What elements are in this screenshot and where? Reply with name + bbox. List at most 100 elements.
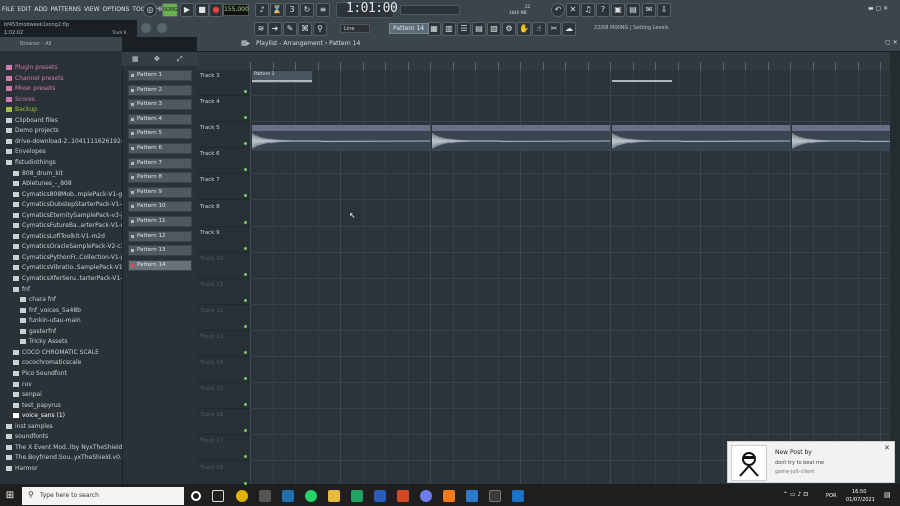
playlist-window-controls[interactable]: ▢ ✕	[885, 39, 898, 46]
wait-icon[interactable]: ⌛	[270, 3, 284, 17]
browser-item[interactable]: CymaticsFutureBa..arterPack-V1-u3w	[0, 221, 122, 231]
taskbar-search[interactable]: ⚲ Type here to search	[22, 487, 184, 505]
channel-rack-icon[interactable]: ▥	[442, 22, 456, 36]
browser-item[interactable]: soundfonts	[0, 432, 122, 442]
track-mute-led[interactable]	[244, 481, 247, 485]
track-mute-led[interactable]	[244, 403, 247, 407]
track-lane[interactable]	[250, 357, 890, 384]
track-lane[interactable]	[250, 96, 890, 123]
taskbar-time[interactable]: 16:50	[852, 489, 866, 495]
chat-icon[interactable]: ✉	[642, 3, 656, 17]
browser-item[interactable]: The X Event Mod..(by NyxTheShield)	[0, 443, 122, 453]
browser-item[interactable]: Scores	[0, 95, 122, 105]
mouse-icon[interactable]: ✋	[517, 22, 531, 36]
audio-clip[interactable]: Cymatics - Closed Hihat 18	[252, 125, 430, 152]
language-indicator[interactable]: POR	[826, 493, 836, 499]
timeline-ruler[interactable]	[250, 52, 890, 70]
browser-item[interactable]: Plugin presets	[0, 63, 122, 73]
cut-icon[interactable]: ✕	[566, 3, 580, 17]
audio-clip[interactable]: Cymatics - Closed Hihat 18	[612, 125, 790, 152]
track-header[interactable]: Track 17	[197, 435, 250, 462]
steam-icon[interactable]	[282, 490, 294, 502]
picker-zoom-icon[interactable]: ⤢	[177, 55, 183, 64]
help-icon[interactable]: ?	[596, 3, 610, 17]
file-explorer-icon[interactable]	[328, 490, 340, 502]
track-lane[interactable]	[250, 201, 890, 227]
browser-item[interactable]: funkin-utau-main	[0, 316, 122, 326]
plugin-icon[interactable]: ⚙	[502, 22, 516, 36]
track-lane[interactable]	[250, 148, 890, 175]
track-mute-led[interactable]	[244, 168, 247, 172]
browser-item[interactable]: 808_drum_kit	[0, 169, 122, 179]
draw-icon[interactable]: ✎	[283, 22, 297, 36]
tempo-display[interactable]: 155.000	[223, 4, 249, 16]
browser-item[interactable]: Mixer presets	[0, 84, 122, 94]
menu-view[interactable]: VIEW	[84, 6, 100, 13]
browser-item[interactable]: voice_sans (1)	[0, 411, 122, 421]
pattern-item[interactable]: Pattern 7	[128, 157, 192, 169]
stop-icon[interactable]: ■	[195, 3, 209, 17]
pattern-item[interactable]: Pattern 2	[128, 84, 192, 96]
playlist-snap-icon[interactable]: ▦	[241, 39, 248, 47]
notification-center-icon[interactable]: ▤	[884, 491, 891, 499]
track-lane[interactable]	[250, 253, 890, 279]
track-header[interactable]: Track 3	[197, 70, 250, 96]
browser-item[interactable]: Abletunes_-_808	[0, 179, 122, 189]
play-icon[interactable]: ▶	[180, 3, 194, 17]
record-mode-icon[interactable]: ◎	[143, 3, 157, 17]
browser-item[interactable]: Harmor	[0, 464, 122, 474]
whatsapp-icon[interactable]	[305, 490, 317, 502]
track-header[interactable]: Track 16	[197, 409, 250, 436]
track-lane[interactable]	[250, 279, 890, 305]
track-mute-led[interactable]	[244, 429, 247, 433]
picker-icon[interactable]: ▦	[132, 55, 139, 63]
save-icon[interactable]: ▣	[611, 3, 625, 17]
browser-item[interactable]: Channel presets	[0, 74, 122, 84]
browser-icon[interactable]: ▧	[487, 22, 501, 36]
record-icon[interactable]: ●	[209, 3, 223, 17]
pattern-item[interactable]: Pattern 10	[128, 201, 192, 213]
master-pitch-knob[interactable]	[157, 23, 167, 33]
browser-item[interactable]: senpai	[0, 390, 122, 400]
master-volume-knob[interactable]	[141, 23, 151, 33]
track-lane[interactable]	[250, 305, 890, 331]
app-icon-2[interactable]	[489, 490, 501, 502]
menu-edit[interactable]: EDIT	[17, 6, 31, 13]
powerpoint-icon[interactable]	[397, 490, 409, 502]
menu-options[interactable]: OPTIONS	[103, 6, 130, 13]
track-header[interactable]: Track 10	[197, 253, 250, 279]
track-lane[interactable]	[250, 409, 890, 436]
browser-item[interactable]: CymaticsPythonFr..Collection-V1-p8u	[0, 253, 122, 263]
track-header[interactable]: Track 6	[197, 148, 250, 175]
track-mute-led[interactable]	[244, 324, 247, 328]
menu-patterns[interactable]: PATTERNS	[51, 6, 81, 13]
metronome-icon[interactable]: ♪	[255, 3, 269, 17]
track-mute-led[interactable]	[244, 377, 247, 381]
pattern-item[interactable]: Pattern 5	[128, 128, 192, 140]
playlist-grid[interactable]: Pattern 1 Cymatics - Closed Hihat 18 Cymat…	[250, 70, 890, 484]
pattern-select[interactable]: Pattern 14	[389, 23, 429, 34]
track-lane[interactable]	[250, 331, 890, 357]
browser-item[interactable]: drive-download-2..1041111626192-001	[0, 137, 122, 147]
chrome-icon[interactable]	[236, 490, 248, 502]
app-icon-3[interactable]	[512, 490, 524, 502]
track-header[interactable]: Track 4	[197, 96, 250, 123]
news-ticker[interactable]: 22/08 MIXING | Setting Levels	[594, 25, 668, 31]
touch-icon[interactable]: ☝	[532, 22, 546, 36]
mic-icon[interactable]: ♫	[581, 3, 595, 17]
playlist-icon[interactable]: ▤	[472, 22, 486, 36]
track-lane[interactable]	[250, 70, 890, 96]
playlist-current-pattern[interactable]: Pattern 14	[329, 40, 360, 47]
piano-roll-icon[interactable]: ▦	[427, 22, 441, 36]
browser-item[interactable]: Clipboard files	[0, 116, 122, 126]
track-mute-led[interactable]	[244, 351, 247, 354]
word-icon[interactable]	[374, 490, 386, 502]
pattern-item[interactable]: Pattern 12	[128, 230, 192, 242]
snap-icon[interactable]: ≋	[254, 22, 268, 36]
cloud-icon[interactable]: ☁	[562, 22, 576, 36]
audio-clip[interactable]: Cymatics - Closed Hihat 18	[792, 125, 890, 152]
track-mute-led[interactable]	[244, 116, 247, 120]
loop-record-icon[interactable]: ↻	[300, 3, 314, 17]
undo-icon[interactable]: ↶	[551, 3, 565, 17]
browser-item[interactable]: Tricky Assets	[0, 337, 122, 347]
